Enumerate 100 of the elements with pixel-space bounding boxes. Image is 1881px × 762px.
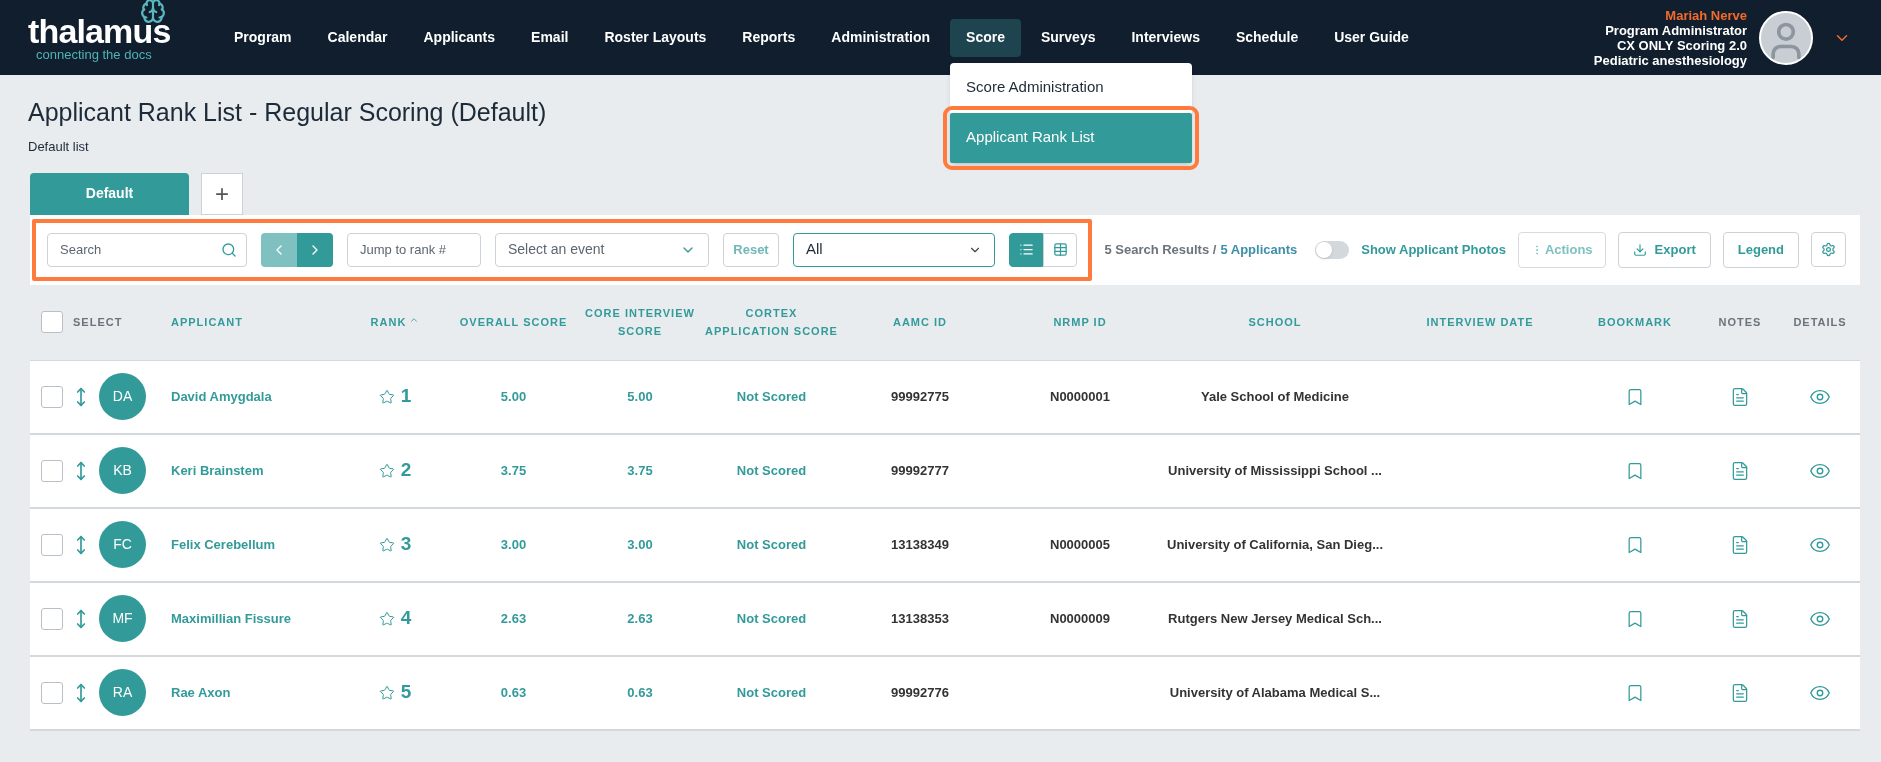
rank-number: 5 [400,680,412,705]
applicant-link[interactable]: David Amygdala [165,386,340,407]
table-cell-text: 13138353 [890,609,950,628]
column-header[interactable]: CORTEX APPLICATION SCORE [703,304,840,340]
column-header[interactable]: SCHOOL [1248,313,1302,331]
nav-item[interactable]: Surveys [1024,18,1112,57]
table-cell-text: N0000005 [1050,535,1110,554]
search-icon [221,241,237,258]
column-header[interactable]: AAMC ID [892,313,948,331]
table-cell-text: 3.00 [499,535,528,554]
add-tab-button[interactable]: + [201,172,243,215]
table-cell-text: 99992777 [890,461,950,480]
row-checkbox[interactable] [41,459,63,482]
nav-item[interactable]: Reports [726,18,812,57]
rank-number: 4 [400,606,412,631]
nav-item[interactable]: Score [950,18,1021,57]
table-cell-text: Not Scored [735,387,808,406]
table-cell-text: 2.63 [499,609,528,628]
page-subtitle: Default list [28,138,89,156]
star-icon[interactable] [378,536,395,553]
star-icon[interactable] [378,610,395,627]
rank-number: 2 [400,458,412,483]
event-select[interactable]: Select an event [495,232,709,267]
column-header[interactable]: RANK [370,313,407,331]
notes-icon[interactable] [1730,607,1750,630]
row-checkbox[interactable] [41,681,63,704]
actions-button[interactable]: Actions [1517,231,1606,268]
nav-item[interactable]: Administration [815,18,947,57]
row-checkbox[interactable] [41,607,63,630]
notes-icon[interactable] [1730,533,1750,556]
star-icon[interactable] [378,388,395,405]
legend-button[interactable]: Legend [1722,231,1799,268]
notes-icon[interactable] [1730,681,1750,704]
search-field[interactable]: Search [47,232,247,267]
grid-view-button[interactable] [1043,232,1077,267]
column-header[interactable]: NRMP ID [1053,313,1107,331]
nav-item[interactable]: Email [515,18,585,57]
settings-button[interactable] [1811,232,1846,267]
star-icon[interactable] [378,462,395,479]
table-cell-text: N0000001 [1050,387,1110,406]
menu-item[interactable]: Score Administration [950,62,1193,113]
column-header[interactable]: INTERVIEW DATE [1426,313,1534,331]
table-cell-text: 5.00 [626,387,654,406]
applicant-link[interactable]: Felix Cerebellum [165,534,340,555]
tab[interactable]: Default [30,172,189,215]
star-icon[interactable] [378,684,395,701]
column-header: NOTES [1718,315,1762,330]
column-header: SELECT [73,314,123,330]
table-cell-text: Not Scored [735,609,808,628]
column-header[interactable]: CORE INTERVIEW SCORE [577,304,703,340]
filter-select[interactable]: All [793,232,995,267]
table-cell-text: 99992776 [890,683,950,702]
user-role: Program Administrator [1605,22,1747,38]
table-cell-text: 3.00 [626,535,654,554]
settings-icon [1821,242,1836,257]
row-checkbox[interactable] [41,385,63,408]
toggle-label: Show Applicant Photos [1361,240,1506,259]
nav-item[interactable]: Interviews [1115,18,1216,57]
table-cell-text: 3.75 [626,461,654,480]
column-header[interactable]: OVERALL SCORE [459,313,568,331]
column-header[interactable]: BOOKMARK [1598,313,1672,331]
column-header[interactable]: APPLICANT [171,313,243,331]
next-button[interactable] [297,232,333,267]
grid-icon [1052,242,1068,257]
applicant-link[interactable]: Maximillian Fissure [165,608,340,629]
nav-item[interactable]: User Guide [1318,18,1425,57]
table-cell-text: Not Scored [735,461,808,480]
reset-button[interactable]: Reset [723,232,779,267]
table-cell-text: Not Scored [735,535,808,554]
list-view-button[interactable] [1009,232,1043,267]
applicants-count: 5 Applicants [1220,240,1298,259]
photos-toggle[interactable] [1315,240,1350,259]
export-button[interactable]: Export [1617,231,1711,268]
notes-icon[interactable] [1730,385,1750,408]
notes-icon[interactable] [1730,459,1750,482]
rank-number: 1 [400,384,412,409]
jump-to-rank-field[interactable]: Jump to rank # [347,232,481,267]
select-all-checkbox[interactable] [41,311,63,333]
program-name: CX ONLY Scoring 2.0 [1616,37,1747,53]
page-title: Applicant Rank List - Regular Scoring (Default) [28,97,548,127]
nav-item[interactable]: Applicants [407,18,512,57]
nav-item[interactable]: Roster Layouts [588,18,723,57]
table-cell-text: 3.75 [499,461,528,480]
applicant-link[interactable]: Rae Axon [165,682,340,703]
nav-item[interactable]: Schedule [1219,18,1315,57]
nav-item[interactable]: Program [218,18,308,57]
specialty-name: Pediatric anesthesiology [1593,52,1747,68]
table-cell-text: Rutgers New Jersey Medical Sch... [1167,609,1383,628]
row-checkbox[interactable] [41,533,63,556]
table-cell-text: 5.00 [499,387,528,406]
applicant-link[interactable]: Keri Brainstem [165,460,340,481]
download-icon [1632,242,1647,257]
logo-tagline: connecting the docs [36,48,152,61]
initials-avatar: KB [99,447,146,494]
initials-avatar: RA [99,669,146,716]
rank-number: 3 [400,532,412,557]
table-cell-text: 0.63 [499,683,528,702]
table-cell-text: 0.63 [626,683,654,702]
nav-item[interactable]: Calendar [311,18,404,57]
table-cell-text: University of Mississippi School ... [1167,461,1383,480]
